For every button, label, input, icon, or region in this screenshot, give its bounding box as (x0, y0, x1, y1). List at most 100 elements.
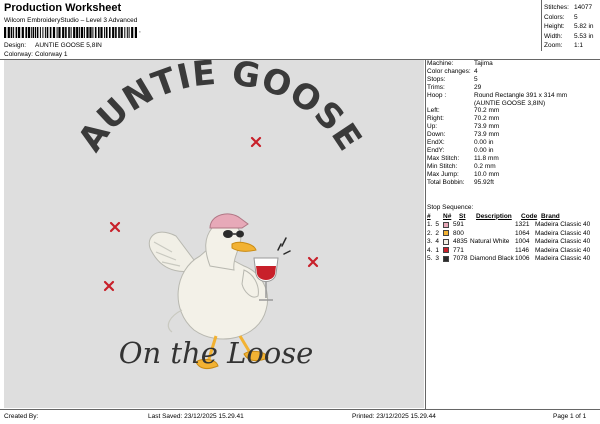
row-index: 3. 4 (427, 238, 443, 245)
color-row: 4. 1 771 1146 Madeira Classic 40 (427, 246, 599, 255)
param-row: Color changes: 4 (427, 68, 599, 76)
design-value: AUNTIE GOOSE 5,8IN (35, 42, 102, 49)
param-value: 70.2 mm (474, 107, 500, 115)
thread-code: 1004 (515, 238, 530, 246)
param-row: Hoop : Round Rectangle 391 x 314 mm (AUNT… (427, 92, 599, 108)
stitches-value: 14077 (574, 4, 593, 11)
row-index: 1. 5 (427, 221, 443, 228)
param-label: Total Bobbin: (427, 178, 465, 186)
thread-brand: Madeira Classic 40 (535, 221, 591, 229)
thread-st: 800 (453, 229, 464, 237)
param-value: Tajima (474, 60, 493, 67)
col-n: N# (443, 212, 452, 220)
design-info: Design: AUNTIE GOOSE 5,8IN (4, 42, 102, 49)
param-row: Right: 70.2 mm (427, 115, 599, 123)
design-preview: AUNTIE GOOSE On the Loose (4, 60, 424, 408)
row-number: 3. (427, 238, 433, 246)
stop-sequence-label: Stop Sequence: (427, 204, 474, 211)
param-label: Down: (427, 131, 446, 139)
zoom-value: 1:1 (574, 42, 584, 50)
height-value: 5.82 in (574, 23, 594, 31)
needle-number: 3 (435, 255, 440, 263)
param-row: EndX: 0.00 in (427, 139, 599, 147)
param-label: Up: (427, 123, 438, 131)
color-swatch (443, 230, 449, 237)
barcode (4, 27, 137, 38)
param-label: Hoop : (427, 91, 447, 99)
swatch-cell (443, 230, 453, 237)
param-label: EndX: (427, 139, 445, 147)
thread-st: 4835 (453, 238, 468, 246)
needle-number: 2 (435, 229, 440, 237)
thread-code: 1146 (515, 246, 529, 254)
col-description: Description (476, 212, 512, 220)
last-saved: Last Saved: 23/12/2025 15.29.41 (148, 413, 244, 420)
software-name: Wilcom EmbroideryStudio – Level 3 Advanc… (4, 17, 138, 24)
param-row: Down: 73.9 mm (427, 131, 599, 139)
design-label: Design: (4, 42, 27, 49)
param-label: Max Jump: (427, 170, 459, 178)
row-number: 4. (427, 246, 433, 254)
param-label: EndY: (427, 146, 445, 154)
param-value: 70.2 mm (474, 115, 500, 123)
thread-st: 771 (453, 246, 464, 254)
thread-brand: Madeira Classic 40 (535, 246, 591, 254)
param-row: Machine: Tajima (427, 60, 599, 68)
embroidery-design: AUNTIE GOOSE On the Loose (70, 60, 369, 370)
color-row: 1. 5 591 1321 Madeira Classic 40 (427, 221, 599, 230)
param-row: Left: 70.2 mm (427, 107, 599, 115)
thread-description: Diamond Black (470, 255, 514, 263)
param-value: 95.92ft (474, 178, 494, 186)
param-value: 73.9 mm (474, 123, 500, 131)
needle-number: 1 (435, 246, 440, 254)
param-value: 5 (474, 75, 478, 83)
script-subtitle-text: On the Loose (119, 336, 314, 370)
color-table-header: # N# St Description Code Brand (427, 212, 599, 221)
param-row: Trims: 29 (427, 84, 599, 92)
thread-st: 7078 (453, 255, 468, 263)
swatch-cell (443, 221, 453, 228)
thread-code: 1321 (515, 221, 530, 229)
thread-description: Natural White (470, 238, 510, 246)
param-row: Min Stitch: 0.2 mm (427, 163, 599, 171)
width-label: Width: (544, 32, 563, 40)
stitches-label: Stitches: (544, 4, 569, 11)
swatch-cell (443, 255, 453, 262)
stats-divider (541, 0, 542, 51)
param-label: Left: (427, 107, 440, 115)
param-value: 0.00 in (474, 139, 494, 147)
param-value: Round Rectangle 391 x 314 mm (AUNTIE GOO… (474, 91, 568, 107)
arc-title-text: AUNTIE GOOSE (70, 60, 369, 159)
param-label: Trims: (427, 83, 445, 91)
width-value: 5.53 in (574, 32, 594, 40)
thread-st: 591 (453, 221, 464, 229)
machine-parameters: Machine: Tajima Color changes: 4 Stops: 5 Trim… (427, 60, 599, 187)
param-label: Max Stitch: (427, 154, 460, 162)
param-value: 0.2 mm (474, 162, 496, 170)
col-num: # (427, 212, 431, 220)
param-value: 11.8 mm (474, 154, 499, 162)
row-number: 5. (427, 255, 433, 263)
color-row: 3. 4 4835 Natural White 1004 Madeira Classic … (427, 238, 599, 247)
param-row: Up: 73.9 mm (427, 123, 599, 131)
param-row: EndY: 0.00 in (427, 147, 599, 155)
color-swatch (443, 221, 449, 228)
color-swatch (443, 238, 449, 245)
param-label: Right: (427, 115, 444, 123)
barcode-suffix: , (139, 27, 141, 34)
param-value: 0.00 in (474, 146, 494, 154)
param-value: 4 (474, 67, 478, 75)
param-value: 29 (474, 83, 482, 91)
footer-divider (0, 409, 600, 410)
height-label: Height: (544, 23, 565, 31)
created-by: Created By: (4, 413, 39, 420)
design-stats: Stitches: 14077 Colors: 5 Height: 5.82 in W… (544, 3, 594, 51)
param-row: Total Bobbin: 95.92ft (427, 179, 599, 187)
param-row: Max Jump: 10.0 mm (427, 171, 599, 179)
color-table: # N# St Description Code Brand 1. 5 591 132… (427, 212, 599, 263)
swatch-cell (443, 247, 453, 254)
thread-brand: Madeira Classic 40 (535, 255, 591, 263)
thread-brand: Madeira Classic 40 (535, 238, 591, 246)
row-index: 5. 3 (427, 255, 443, 262)
thread-code: 1006 (515, 255, 530, 263)
